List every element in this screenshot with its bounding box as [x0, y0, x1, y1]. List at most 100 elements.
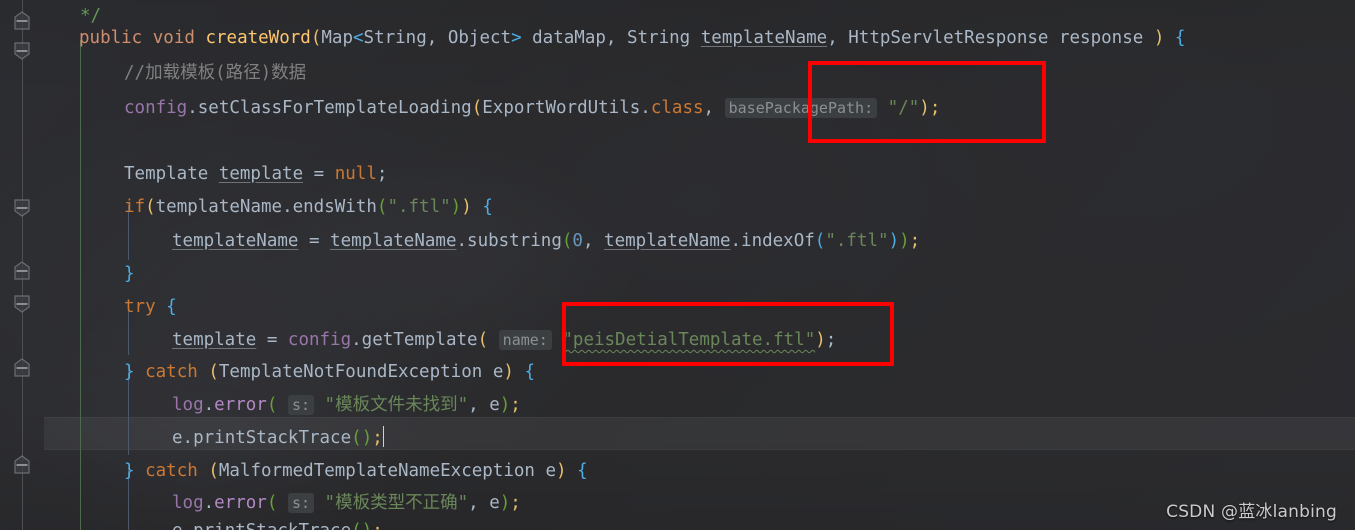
- code-token: ): [556, 461, 567, 481]
- code-token: HttpServletResponse: [837, 28, 1049, 48]
- code-line[interactable]: public void createWord(Map<String, Objec…: [79, 22, 1185, 55]
- spellcheck-typo-string[interactable]: "peisDetialTemplate.ftl": [562, 330, 815, 350]
- parameter-hint: basePackagePath:: [724, 98, 878, 118]
- code-token: ;: [372, 428, 383, 448]
- code-line[interactable]: template = config.getTemplate( name: "pe…: [172, 324, 836, 357]
- code-token: .: [456, 231, 468, 251]
- code-token: setClassForTemplateLoading: [197, 98, 472, 118]
- code-token: e: [172, 521, 183, 530]
- code-token: .: [640, 98, 651, 118]
- code-token: ".ftl": [825, 231, 889, 251]
- code-token: TemplateNotFoundException: [218, 362, 483, 382]
- code-token: MalformedTemplateNameException: [218, 461, 535, 481]
- code-token: error: [214, 395, 267, 415]
- code-token: .: [182, 428, 194, 448]
- code-token: endsWith: [292, 197, 377, 217]
- code-content[interactable]: */public void createWord(Map<String, Obj…: [0, 0, 1355, 530]
- code-token: templateName: [604, 231, 731, 251]
- code-token: (: [351, 521, 362, 530]
- code-token: (: [814, 231, 826, 251]
- code-token: Object: [437, 28, 512, 48]
- code-token: .: [282, 197, 293, 217]
- code-token: templateName: [700, 28, 828, 48]
- code-token: e: [172, 428, 183, 448]
- code-token: String: [616, 28, 701, 48]
- code-token: (: [208, 461, 219, 481]
- code-line[interactable]: } catch (TemplateNotFoundException e) {: [124, 356, 535, 389]
- code-token: .: [203, 493, 215, 513]
- code-line[interactable]: e.printStackTrace();: [172, 515, 383, 530]
- code-token: ): [461, 197, 472, 217]
- code-token: {: [1174, 28, 1186, 48]
- code-line[interactable]: log.error( s: "模板文件未找到", e);: [172, 389, 521, 422]
- code-token: ,: [703, 98, 715, 118]
- code-token: templateName: [155, 197, 283, 217]
- code-token: log: [172, 493, 204, 513]
- code-token: catch: [145, 362, 198, 382]
- code-token: >: [511, 28, 522, 48]
- code-token: "/": [887, 98, 920, 118]
- code-line[interactable]: //加载模板(路径)数据: [124, 57, 306, 90]
- code-token: try: [124, 297, 156, 317]
- code-line[interactable]: } catch (MalformedTemplateNameException …: [124, 455, 588, 488]
- code-token: .: [183, 521, 194, 530]
- code-token: (: [477, 330, 489, 350]
- code-token: substring: [467, 231, 562, 251]
- indent-guide: [80, 40, 81, 530]
- code-token: (: [266, 493, 278, 513]
- code-token: ): [361, 428, 373, 448]
- parameter-hint: s:: [287, 395, 314, 415]
- code-token: (: [376, 197, 388, 217]
- code-token: ;: [825, 330, 837, 350]
- code-token: =: [298, 231, 331, 251]
- code-line[interactable]: try {: [124, 291, 177, 324]
- text-caret: [382, 426, 385, 447]
- code-token: .: [351, 330, 362, 350]
- code-line[interactable]: Template template = null;: [124, 158, 387, 191]
- code-token: ,: [605, 28, 617, 48]
- code-token: .: [187, 98, 198, 118]
- code-token: getTemplate: [361, 330, 478, 350]
- code-token: ;: [909, 231, 921, 251]
- code-token: ,: [827, 28, 838, 48]
- code-token: =: [256, 330, 288, 350]
- code-token: config: [124, 98, 188, 118]
- code-token: (: [145, 197, 156, 217]
- code-token: .: [203, 395, 215, 415]
- code-token: void: [152, 28, 195, 48]
- code-token: indexOf: [741, 231, 815, 251]
- code-token: ): [503, 362, 514, 382]
- code-editor[interactable]: */public void createWord(Map<String, Obj…: [0, 0, 1355, 530]
- code-line[interactable]: }: [124, 258, 135, 291]
- code-token: templateName: [330, 231, 457, 251]
- code-line[interactable]: e.printStackTrace();: [172, 422, 385, 455]
- code-token: e: [482, 362, 504, 382]
- code-token: ): [899, 231, 910, 251]
- code-token: =: [303, 164, 335, 184]
- code-token: ): [888, 231, 900, 251]
- code-token: }: [124, 264, 135, 284]
- code-token: (: [561, 231, 573, 251]
- code-token: printStackTrace: [193, 521, 351, 530]
- code-line[interactable]: templateName = templateName.substring(0,…: [172, 225, 920, 258]
- code-token: response: [1048, 28, 1154, 48]
- code-token: }: [124, 362, 135, 382]
- code-token: ,: [426, 28, 438, 48]
- code-line[interactable]: if(templateName.endsWith(".ftl")) {: [124, 191, 493, 224]
- code-token: ): [499, 395, 511, 415]
- code-line[interactable]: config.setClassForTemplateLoading(Export…: [124, 92, 940, 125]
- code-token: ;: [372, 521, 383, 530]
